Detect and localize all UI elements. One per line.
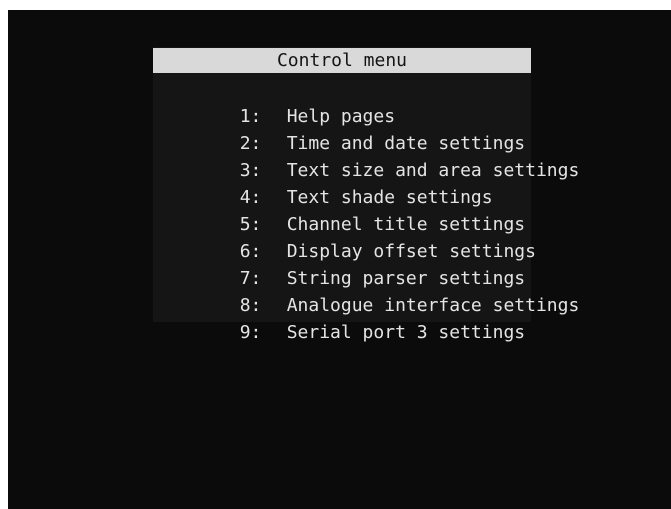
- menu-item-number: 8:: [239, 295, 262, 316]
- menu-item-number: 9:: [239, 322, 262, 343]
- menu-item-label: Text shade settings: [286, 187, 493, 208]
- menu-item-number: 7:: [239, 268, 262, 289]
- menu-list: 1: Help pages 2: Time and date settings 3:…: [153, 76, 580, 343]
- menu-item-label: Serial port 3 settings: [286, 322, 526, 343]
- menu-item-number: 6:: [239, 241, 262, 262]
- menu-item-label: Display offset settings: [286, 241, 536, 262]
- control-menu: Control menu 1: Help pages 2: Time and dat…: [153, 47, 579, 343]
- menu-item-label: Text size and area settings: [286, 160, 580, 181]
- menu-item-label: Channel title settings: [286, 214, 526, 235]
- menu-item-label: String parser settings: [286, 268, 526, 289]
- menu-item-label: Analogue interface settings: [286, 295, 580, 316]
- menu-item-number: 5:: [239, 214, 262, 235]
- menu-item-number: 4:: [239, 187, 262, 208]
- menu-item-number: 1:: [239, 106, 262, 127]
- video-screen: Control menu 1: Help pages 2: Time and dat…: [8, 10, 671, 509]
- menu-title: Control menu: [153, 48, 531, 73]
- menu-item-label: Time and date settings: [286, 133, 526, 154]
- menu-item-number: 2:: [239, 133, 262, 154]
- menu-item-label: Help pages: [286, 106, 396, 127]
- menu-item-help-pages[interactable]: 1: Help pages: [153, 76, 579, 127]
- menu-item-number: 3:: [239, 160, 262, 181]
